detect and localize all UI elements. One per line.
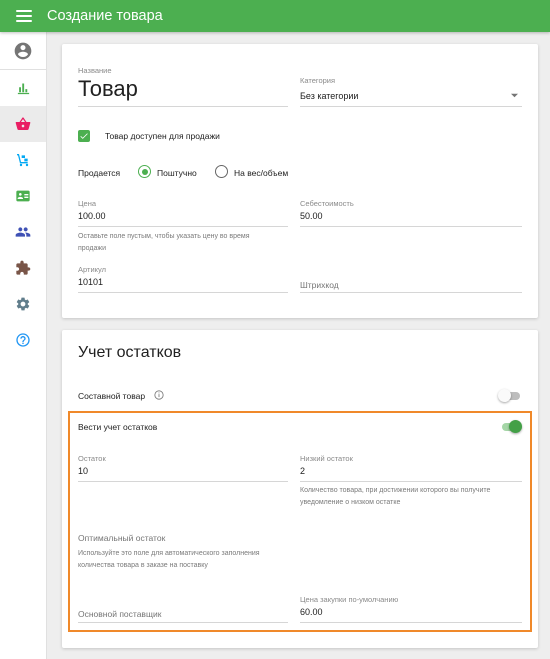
for-sale-label: Товар доступен для продажи (105, 131, 220, 141)
people-icon (15, 227, 31, 237)
category-value: Без категории (300, 91, 359, 101)
sidebar-item-reports[interactable] (0, 70, 46, 106)
sku-underline (78, 292, 288, 293)
price-underline (78, 226, 288, 227)
dropdown-arrow-icon (511, 93, 518, 98)
sku-label: Артикул (78, 265, 106, 274)
category-label: Категория (300, 76, 336, 85)
sidebar-item-account[interactable] (0, 32, 46, 70)
sidebar-item-products[interactable] (0, 106, 46, 142)
category-select[interactable]: Без категории (300, 88, 522, 104)
sidebar-item-integrations[interactable] (0, 250, 46, 286)
highlight-frame (68, 411, 532, 632)
composite-label: Составной товар (78, 391, 146, 401)
price-input[interactable]: 100.00 (78, 211, 106, 221)
category-underline (300, 106, 522, 107)
info-icon[interactable] (154, 390, 164, 400)
app-bar: Создание товара (0, 0, 550, 32)
name-label: Название (78, 66, 112, 75)
sidebar-nav (0, 32, 47, 659)
cost-label: Себестоимость (300, 199, 354, 208)
sidebar-item-supplies[interactable] (0, 142, 46, 178)
price-label: Цена (78, 199, 97, 208)
sidebar-item-settings[interactable] (0, 286, 46, 322)
sold-by-label: Продается (78, 168, 121, 178)
puzzle-icon (16, 260, 31, 275)
product-details-card: Название Товар Категория Без категории Т… (62, 44, 538, 318)
name-input[interactable]: Товар (78, 76, 138, 102)
checkmark-icon (80, 133, 88, 139)
sku-input[interactable]: 10101 (78, 277, 103, 287)
name-underline (78, 106, 288, 107)
sold-by-weight-radio[interactable] (215, 165, 228, 178)
account-circle-icon (14, 42, 32, 59)
cost-input[interactable]: 50.00 (300, 211, 323, 221)
sold-by-weight-label: На вес/объем (234, 168, 289, 178)
shopping-basket-icon (15, 117, 31, 130)
bar-chart-icon (17, 83, 29, 94)
hamburger-menu-icon[interactable] (16, 10, 32, 22)
price-hint: Оставьте поле пустым, чтобы указать цену… (78, 233, 250, 252)
contact-card-icon (16, 190, 30, 202)
stock-section-title: Учет остатков (78, 344, 182, 361)
sold-by-piece-label: Поштучно (157, 168, 197, 178)
composite-toggle[interactable] (498, 389, 520, 403)
help-circle-icon (16, 333, 30, 347)
settings-gear-icon (16, 297, 30, 311)
sidebar-item-customers[interactable] (0, 178, 46, 214)
for-sale-checkbox[interactable] (78, 130, 90, 142)
cost-underline (300, 226, 522, 227)
sidebar-item-employees[interactable] (0, 214, 46, 250)
sidebar-item-help[interactable] (0, 322, 46, 358)
sold-by-piece-radio[interactable] (138, 165, 151, 178)
page-title: Создание товара (47, 8, 163, 24)
dolly-icon (17, 154, 29, 167)
barcode-input[interactable]: Штрихкод (300, 280, 339, 290)
barcode-underline (300, 292, 522, 293)
